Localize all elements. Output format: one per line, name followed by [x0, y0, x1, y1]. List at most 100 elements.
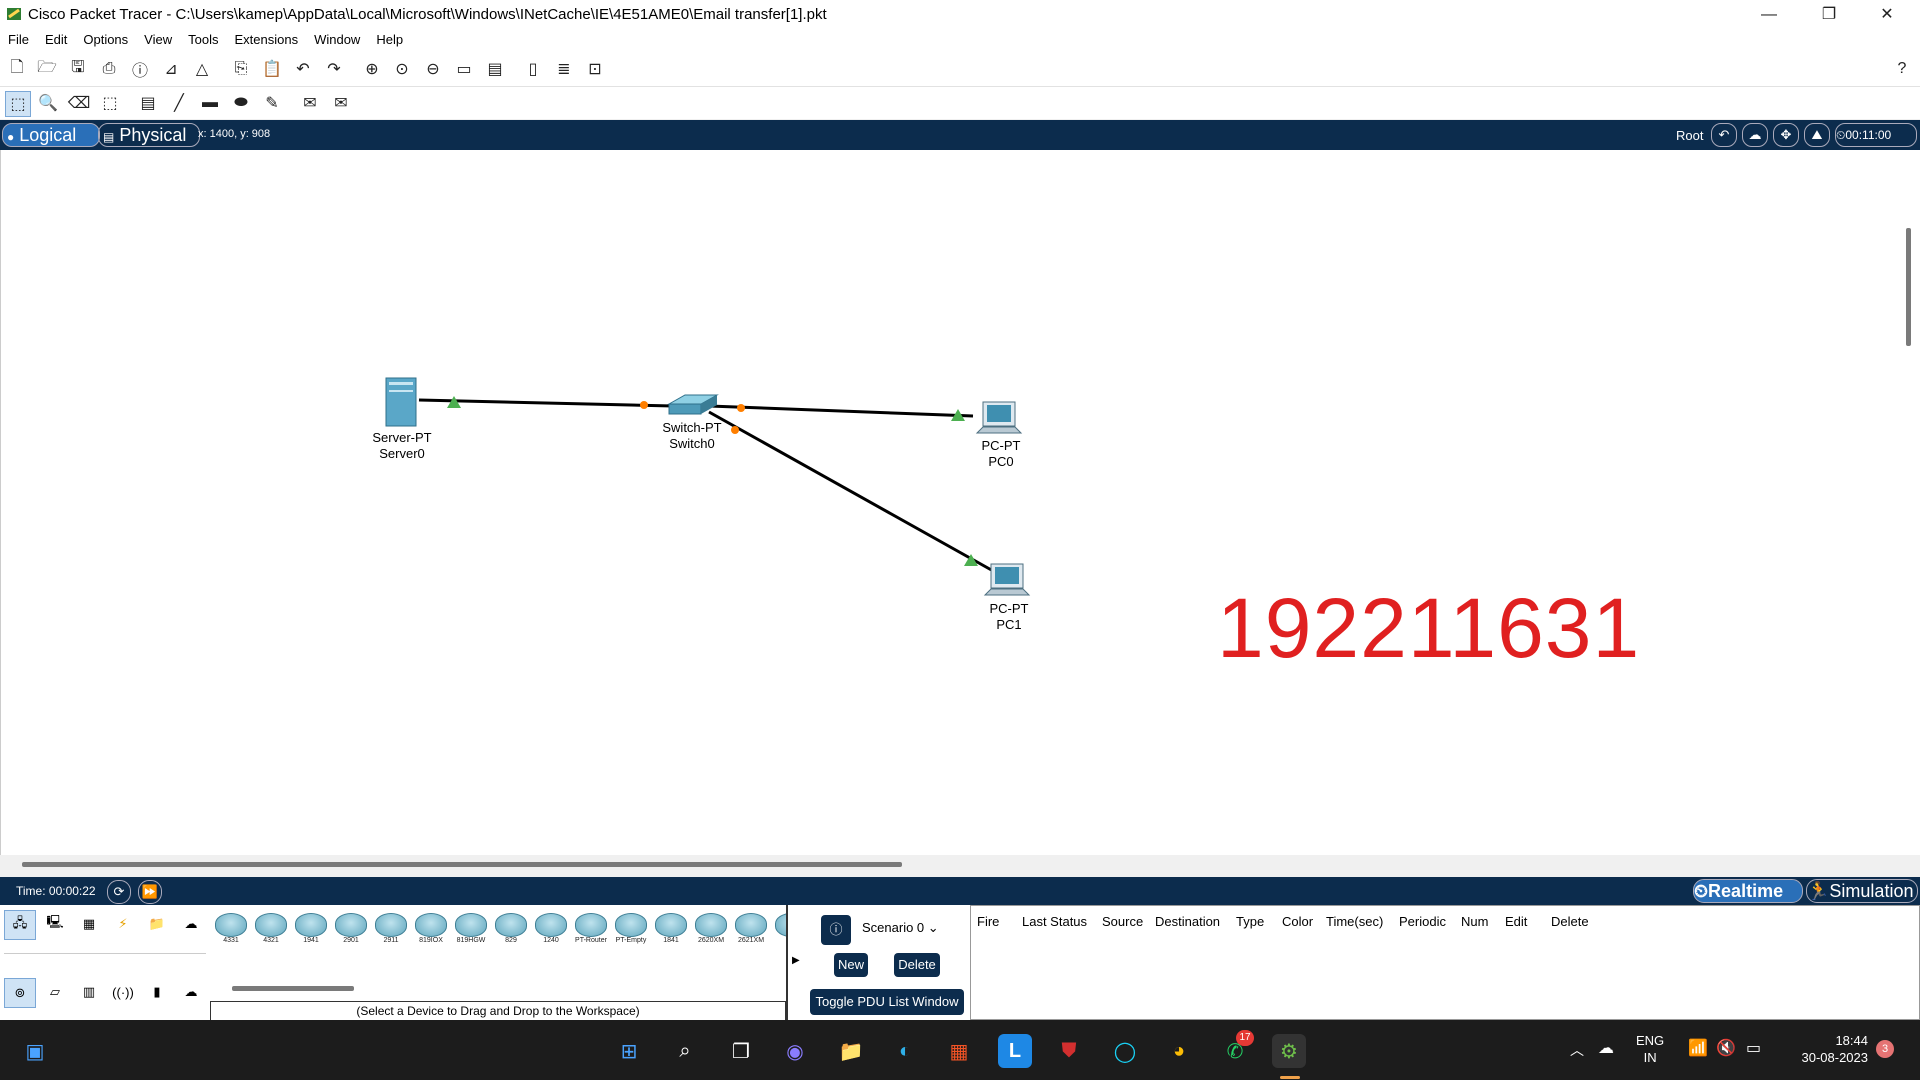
- task-view-icon[interactable]: ❐: [724, 1034, 758, 1068]
- menu-help[interactable]: Help: [368, 30, 411, 49]
- widgets-icon[interactable]: ▣: [18, 1034, 52, 1068]
- logical-workspace[interactable]: Server-PT Server0 Switch-PT Switch0 PC-P…: [0, 150, 1920, 855]
- info-icon[interactable]: ⓘ: [821, 915, 851, 945]
- edge-icon[interactable]: ◐: [888, 1034, 922, 1068]
- wifi-icon[interactable]: 📶: [1688, 1038, 1708, 1058]
- packet-tracer-taskbar-icon[interactable]: ⚙: [1272, 1034, 1306, 1068]
- restore-button[interactable]: ❐: [1806, 0, 1852, 30]
- redo-icon[interactable]: ↷: [322, 57, 346, 81]
- system-clock[interactable]: 18:44 30-08-2023: [1788, 1032, 1869, 1066]
- drawing-palette-icon[interactable]: ▭: [452, 57, 476, 81]
- back-icon[interactable]: ↶: [1711, 123, 1737, 147]
- search-icon[interactable]: ⌕: [668, 1034, 702, 1068]
- device-model-tile[interactable]: 2: [773, 913, 786, 953]
- add-complex-pdu-icon[interactable]: ✉: [329, 91, 353, 115]
- open-folder-icon[interactable]: 🗁: [35, 57, 59, 81]
- realtime-tab[interactable]: ⏲Realtime: [1693, 879, 1803, 903]
- volume-muted-icon[interactable]: 🔇: [1716, 1038, 1736, 1058]
- zoom-out-icon[interactable]: ⊖: [421, 57, 445, 81]
- background-image-icon[interactable]: ⛰: [1804, 123, 1830, 147]
- activity-wizard-icon[interactable]: △: [190, 57, 214, 81]
- fast-forward-icon[interactable]: ⏩: [138, 880, 162, 904]
- logical-tab[interactable]: ● Logical: [2, 123, 100, 147]
- cloud-icon[interactable]: ☁: [1742, 123, 1768, 147]
- alexa-icon[interactable]: ◯: [1108, 1034, 1142, 1068]
- switches-subcategory-icon[interactable]: ▱: [40, 978, 70, 1006]
- paste-icon[interactable]: 📋: [260, 57, 284, 81]
- pc0-device-icon[interactable]: [975, 401, 1023, 434]
- select-icon[interactable]: ⬚: [5, 91, 31, 117]
- simulation-tab[interactable]: 🏃Simulation: [1806, 879, 1918, 903]
- device-model-tile[interactable]: PT-Router: [573, 913, 609, 953]
- menu-view[interactable]: View: [136, 30, 180, 49]
- file-explorer-icon[interactable]: 📁: [834, 1034, 868, 1068]
- inspect-icon[interactable]: 🔍: [36, 91, 60, 115]
- save-icon[interactable]: 🖫: [66, 57, 90, 81]
- show-hidden-icons[interactable]: ︿: [1570, 1040, 1584, 1060]
- expand-arrow-icon[interactable]: ▶: [792, 955, 800, 966]
- link-switch0-pc1[interactable]: [708, 410, 996, 574]
- delete-scenario-button[interactable]: Delete: [894, 953, 940, 977]
- hubs-subcategory-icon[interactable]: ▥: [74, 978, 104, 1006]
- wireless-subcategory-icon[interactable]: ((·)): [108, 978, 138, 1006]
- lens-app-icon[interactable]: L: [998, 1034, 1032, 1068]
- device-model-tile[interactable]: 819IOX: [413, 913, 449, 953]
- draw-ellipse-icon[interactable]: ⬬: [229, 91, 253, 115]
- network-devices-category-icon[interactable]: 🖧: [4, 910, 36, 940]
- device-model-tile[interactable]: 1240: [533, 913, 569, 953]
- onedrive-icon[interactable]: ☁: [1598, 1038, 1614, 1058]
- device-model-tile[interactable]: 4331: [213, 913, 249, 953]
- horizontal-scrollbar[interactable]: [22, 862, 902, 867]
- device-model-tile[interactable]: 819HGW: [453, 913, 489, 953]
- device-model-tile[interactable]: 2620XM: [693, 913, 729, 953]
- custom-devices-icon[interactable]: ▤: [483, 57, 507, 81]
- zoom-in-icon[interactable]: ⊕: [360, 57, 384, 81]
- info-icon[interactable]: ⓘ: [128, 57, 152, 81]
- pc1-device-icon[interactable]: [983, 563, 1031, 596]
- scenario-select[interactable]: Scenario 0 ⌄: [862, 917, 954, 939]
- chrome-icon[interactable]: ◕: [1162, 1034, 1196, 1068]
- end-devices-category-icon[interactable]: 🖳: [40, 910, 70, 938]
- server-icon[interactable]: ≣: [552, 57, 576, 81]
- new-scenario-button[interactable]: New: [834, 953, 868, 977]
- device-model-tile[interactable]: PT-Empty: [613, 913, 649, 953]
- teams-icon[interactable]: ◉: [778, 1034, 812, 1068]
- routers-subcategory-icon[interactable]: ⊚: [4, 978, 36, 1008]
- add-simple-pdu-icon[interactable]: ✉: [298, 91, 322, 115]
- menu-extensions[interactable]: Extensions: [226, 30, 306, 49]
- menu-edit[interactable]: Edit: [37, 30, 75, 49]
- draw-line-icon[interactable]: ╱: [167, 91, 191, 115]
- device-model-tile[interactable]: 2621XM: [733, 913, 769, 953]
- connections-category-icon[interactable]: ⚡: [108, 910, 138, 938]
- undo-icon[interactable]: ↶: [291, 57, 315, 81]
- components-category-icon[interactable]: ▦: [74, 910, 104, 938]
- server0-device-icon[interactable]: [385, 377, 417, 427]
- zoom-reset-icon[interactable]: ⊙: [390, 57, 414, 81]
- power-cycle-icon[interactable]: ⟳: [107, 880, 131, 904]
- store-icon[interactable]: ▦: [942, 1034, 976, 1068]
- print-icon[interactable]: ⎙: [97, 57, 121, 81]
- device-model-tile[interactable]: 1941: [293, 913, 329, 953]
- battery-icon[interactable]: ▭: [1746, 1038, 1761, 1058]
- device-model-tile[interactable]: 1841: [653, 913, 689, 953]
- new-file-icon[interactable]: 🗋: [5, 57, 29, 81]
- draw-rectangle-icon[interactable]: ▬: [198, 91, 222, 115]
- toggle-pdu-list-button[interactable]: Toggle PDU List Window: [810, 989, 964, 1015]
- link-switch0-pc0[interactable]: [708, 404, 974, 418]
- wan-emulation-subcategory-icon[interactable]: ☁: [176, 978, 206, 1006]
- minimize-button[interactable]: —: [1746, 0, 1792, 30]
- delete-icon[interactable]: ⌫: [67, 91, 91, 115]
- menu-file[interactable]: File: [0, 30, 37, 49]
- freeform-icon[interactable]: ✎: [260, 91, 284, 115]
- start-icon[interactable]: ⊞: [612, 1034, 646, 1068]
- device-model-tile[interactable]: 2911: [373, 913, 409, 953]
- mcafee-icon[interactable]: ⛊: [1052, 1034, 1086, 1068]
- vertical-scrollbar[interactable]: [1906, 228, 1911, 346]
- notification-badge[interactable]: 3: [1876, 1040, 1894, 1058]
- device-model-tile[interactable]: 4321: [253, 913, 289, 953]
- device-model-tile[interactable]: 829: [493, 913, 529, 953]
- move-icon[interactable]: ✥: [1773, 123, 1799, 147]
- security-subcategory-icon[interactable]: ▮: [142, 978, 172, 1006]
- close-button[interactable]: ✕: [1864, 0, 1910, 30]
- language-indicator[interactable]: ENG IN: [1636, 1032, 1664, 1066]
